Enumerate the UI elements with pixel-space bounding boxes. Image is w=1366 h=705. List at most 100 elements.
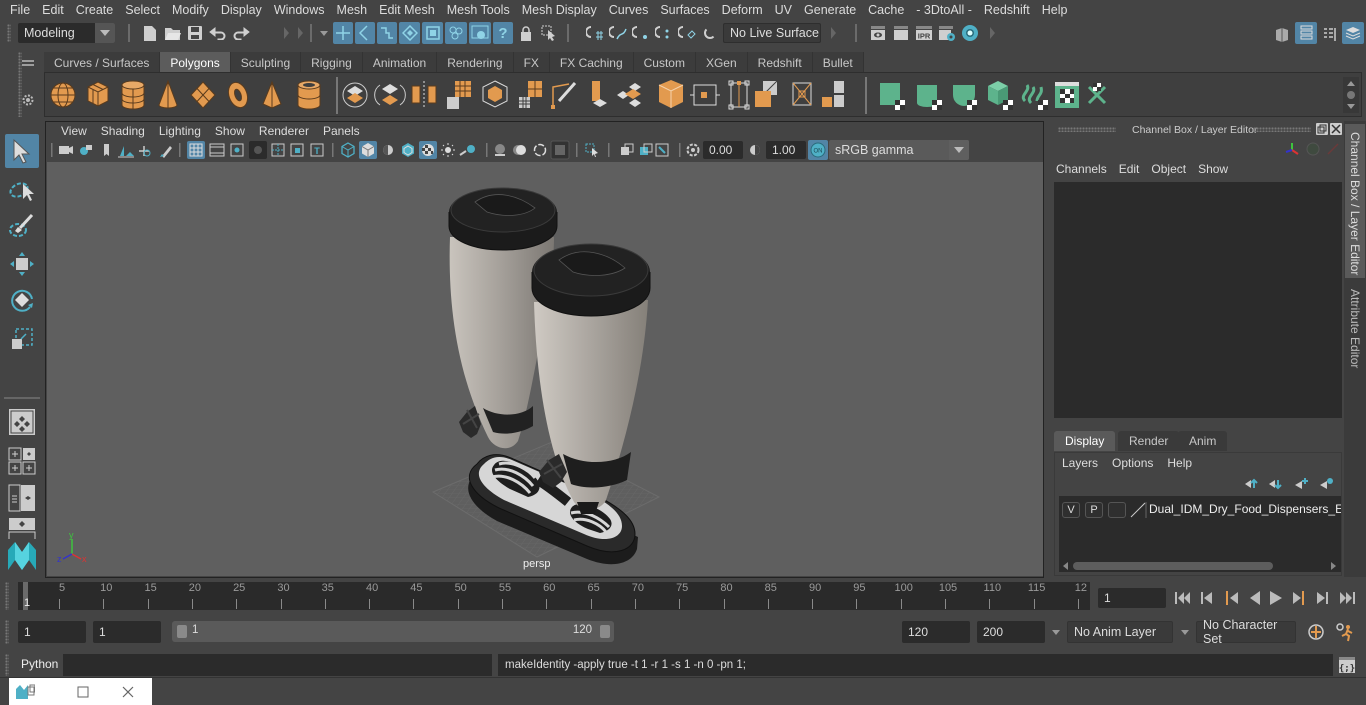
gamma-icon[interactable]: [750, 145, 760, 155]
3d-viewport-persp[interactable]: y x z persp: [47, 162, 1043, 576]
select-by-component-icon[interactable]: [377, 22, 397, 44]
poly-pyramid-icon[interactable]: [262, 80, 282, 109]
panel-splitter[interactable]: [1054, 420, 1342, 426]
render-frame-icon[interactable]: [891, 24, 911, 42]
range-slider-grip[interactable]: [5, 620, 9, 644]
screen-space-icon[interactable]: [655, 143, 669, 157]
side-tab-attribute-editor[interactable]: Attribute Editor: [1345, 281, 1365, 391]
layer-playback-toggle[interactable]: P: [1085, 502, 1103, 518]
snap-grid-icon[interactable]: [585, 24, 605, 42]
live-surface-field[interactable]: No Live Surface: [723, 23, 821, 43]
go-to-end-icon[interactable]: [1340, 592, 1355, 604]
layer-list-hscrollbar[interactable]: [1059, 560, 1341, 572]
tool-settings-toggle-icon[interactable]: [1320, 24, 1340, 44]
viewport-menu-shading[interactable]: Shading: [94, 124, 152, 138]
open-scene-icon[interactable]: [164, 24, 182, 42]
automatic-uv-icon[interactable]: [988, 81, 1013, 110]
play-backwards-icon[interactable]: [1250, 591, 1260, 605]
layer-tab-anim[interactable]: Anim: [1178, 431, 1228, 451]
single-perspective-layout[interactable]: [5, 405, 39, 439]
collapse-arrow-icon[interactable]: [298, 27, 303, 39]
character-set-dropdown[interactable]: No Character Set: [1196, 618, 1296, 646]
snap-live-icon[interactable]: [677, 24, 697, 42]
auto-key-icon[interactable]: [1306, 622, 1326, 642]
shelf-scroll[interactable]: [1343, 77, 1359, 113]
select-face-icon[interactable]: [422, 22, 443, 44]
select-multi-component-icon[interactable]: [445, 22, 467, 44]
offset-edge-loop-icon[interactable]: [728, 80, 750, 110]
shelf-menu-icon[interactable]: [20, 58, 36, 68]
shadows-icon[interactable]: [459, 145, 475, 156]
render-settings-icon[interactable]: [937, 24, 957, 42]
panel-grip[interactable]: [1253, 127, 1311, 132]
exposure-icon[interactable]: [686, 143, 700, 157]
new-layer-icon[interactable]: [1295, 478, 1308, 489]
step-forward-key-icon[interactable]: [1293, 591, 1304, 605]
redo-icon[interactable]: [231, 24, 251, 42]
channel-box-menu-show[interactable]: Show: [1198, 162, 1236, 176]
shelf-tab-sculpting[interactable]: Sculpting: [230, 52, 302, 73]
shelf-tab-fx-caching[interactable]: FX Caching: [549, 52, 634, 73]
image-plane-icon[interactable]: [118, 146, 134, 158]
unfold-uv-icon[interactable]: [1021, 84, 1048, 110]
collapse-arrow-icon[interactable]: [284, 27, 289, 39]
bevel-icon[interactable]: [658, 80, 684, 108]
ipr-render-icon[interactable]: IPR: [914, 24, 934, 42]
attribute-editor-toggle-icon[interactable]: [1295, 22, 1317, 44]
poly-pipe-icon[interactable]: [297, 80, 321, 110]
rotate-tool[interactable]: [5, 284, 39, 318]
poly-torus-icon[interactable]: [225, 80, 251, 111]
collapse-arrow-icon[interactable]: [831, 27, 836, 39]
poly-cube-icon[interactable]: [87, 81, 109, 107]
menu-windows[interactable]: Windows: [268, 3, 331, 17]
go-to-start-icon[interactable]: [1175, 592, 1190, 604]
safe-action-icon[interactable]: [290, 143, 304, 157]
film-gate-icon[interactable]: [209, 143, 225, 157]
snap-curve-icon[interactable]: [608, 24, 628, 42]
triangulate-icon[interactable]: [519, 81, 542, 108]
four-view-layout[interactable]: [5, 444, 39, 478]
shelf-tab-custom[interactable]: Custom: [633, 52, 696, 73]
shelf-tab-fx[interactable]: FX: [513, 52, 550, 73]
uv-sew-icon[interactable]: [1087, 83, 1107, 105]
modeling-toolkit-icon[interactable]: [1272, 24, 1292, 44]
snap-point-icon[interactable]: [631, 24, 651, 42]
menu-surfaces[interactable]: Surfaces: [654, 3, 715, 17]
lock-selection-icon[interactable]: [518, 24, 534, 42]
channel-box-menu-edit[interactable]: Edit: [1119, 162, 1148, 176]
combine-icon[interactable]: [342, 82, 368, 108]
bridge-icon[interactable]: [617, 83, 641, 107]
2d-pan-zoom-icon[interactable]: [139, 146, 151, 157]
time-slider-grip[interactable]: [5, 582, 9, 610]
menu-curves[interactable]: Curves: [603, 3, 655, 17]
viewport-menu-show[interactable]: Show: [208, 124, 252, 138]
hud-toggle-icon[interactable]: [621, 143, 634, 155]
menu-edit-mesh[interactable]: Edit Mesh: [373, 3, 441, 17]
menu-deform[interactable]: Deform: [716, 3, 769, 17]
planar-uv-icon[interactable]: [880, 83, 905, 110]
select-render-icon[interactable]: [469, 22, 491, 44]
persp-graph-layout[interactable]: [5, 517, 39, 539]
menu-redshift[interactable]: Redshift: [978, 3, 1036, 17]
select-misc-icon[interactable]: ?: [493, 22, 513, 44]
move-layer-down-icon[interactable]: [1269, 480, 1282, 490]
make-live-icon[interactable]: [700, 24, 720, 42]
xray-icon[interactable]: [495, 144, 505, 156]
smooth-icon[interactable]: [447, 81, 471, 109]
menu-mesh-tools[interactable]: Mesh Tools: [441, 3, 516, 17]
viewport-menu-view[interactable]: View: [54, 124, 94, 138]
menu-display[interactable]: Display: [215, 3, 268, 17]
select-vertex-icon[interactable]: [399, 22, 420, 44]
exposure-field[interactable]: 0.00: [703, 141, 743, 159]
range-start-handle[interactable]: [177, 625, 187, 638]
hypershade-icon[interactable]: [960, 23, 980, 43]
shelf-tab-redshift[interactable]: Redshift: [747, 52, 813, 73]
resolution-gate-icon[interactable]: [230, 143, 244, 157]
snap-view-plane-icon[interactable]: [654, 24, 674, 42]
color-management-toggle[interactable]: ON: [808, 140, 828, 160]
menu-3dtoall[interactable]: - 3DtoAll -: [910, 3, 978, 17]
default-material-icon[interactable]: [383, 145, 393, 155]
camera-attributes-icon[interactable]: [80, 145, 92, 155]
highlight-selection-icon[interactable]: [540, 24, 558, 42]
new-scene-icon[interactable]: [142, 24, 158, 42]
